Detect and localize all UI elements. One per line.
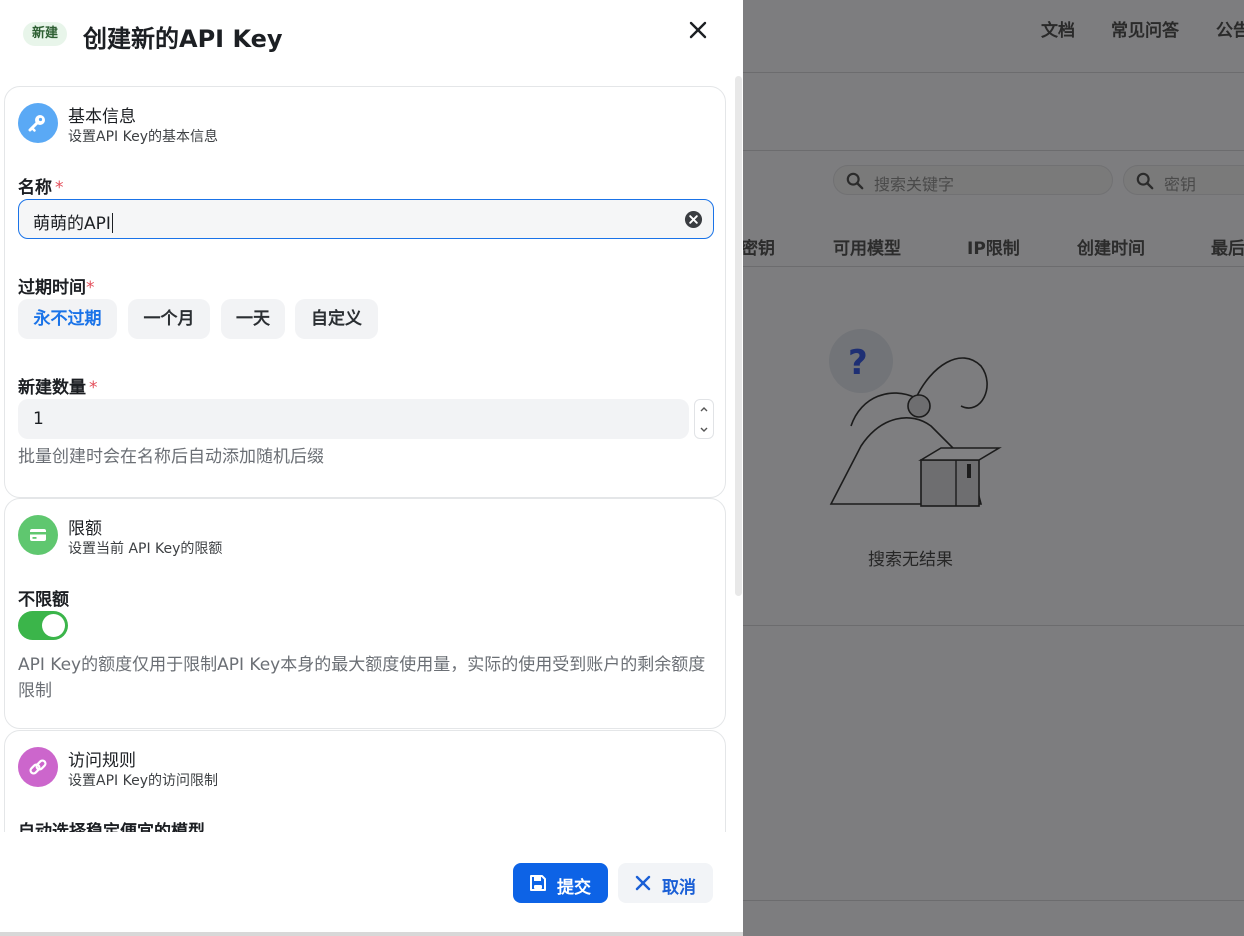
column-header: 可用模型 (833, 239, 901, 259)
key-icon (28, 115, 45, 132)
required-mark: * (89, 378, 98, 398)
nav-announcement: 公告 (1216, 21, 1244, 41)
column-header: 创建时间 (1077, 239, 1145, 259)
divider (743, 900, 1244, 901)
save-icon (530, 875, 546, 891)
quota-help-text: API Key的额度仅用于限制API Key本身的最大额度使用量，实际的使用受到… (18, 655, 706, 701)
create-api-key-sheet: 新建 创建新的API Key 基本信息 设置API Key的基本信息 名称 * 萌… (0, 0, 743, 936)
search-placeholder: 密钥 (1164, 175, 1197, 194)
close-icon[interactable] (686, 18, 710, 42)
toggle-knob (42, 614, 65, 637)
count-input[interactable]: 1 (18, 399, 689, 439)
nav-faq: 常见问答 (1111, 21, 1179, 41)
search-icon (1136, 172, 1154, 190)
divider (743, 72, 1244, 73)
keyword-search-input: 搜索关键字 (833, 165, 1113, 195)
card-icon-badge (18, 747, 58, 787)
unlimited-label: 不限额 (18, 590, 69, 610)
count-stepper[interactable] (694, 399, 714, 439)
basic-info-card: 基本信息 设置API Key的基本信息 名称 * 萌萌的API 过期时间* 永不过… (4, 86, 726, 498)
text-caret (111, 213, 113, 233)
cancel-button[interactable]: 取消 (618, 863, 713, 903)
chevron-down-icon[interactable] (695, 420, 713, 439)
submit-label: 提交 (557, 878, 591, 898)
column-header: 密钥 (741, 239, 775, 259)
background-page: 文档 常见问答 公告 搜索关键字 密钥 密钥 可用模型 IP限制 创建时间 最后… (741, 0, 1244, 936)
card-subtitle: 设置API Key的基本信息 (68, 129, 218, 145)
card-title: 访问规则 (68, 751, 136, 771)
required-mark: * (86, 278, 95, 298)
expire-option-day[interactable]: 一天 (221, 299, 285, 339)
key-search-input: 密钥 (1123, 165, 1244, 195)
sheet-footer: 提交 取消 (0, 832, 743, 936)
name-input[interactable]: 萌萌的API (18, 199, 714, 239)
nav-docs: 文档 (1041, 21, 1075, 41)
name-label: 名称 * (18, 178, 64, 198)
sheet-title: 创建新的API Key (83, 25, 283, 53)
link-icon (29, 759, 47, 775)
new-tag: 新建 (23, 22, 68, 46)
expire-option-month[interactable]: 一个月 (128, 299, 210, 339)
count-label: 新建数量 * (18, 378, 98, 398)
column-header: IP限制 (967, 239, 1020, 259)
sheet-header: 新建 创建新的API Key (0, 0, 743, 72)
credit-card-icon (30, 529, 46, 541)
search-icon (846, 172, 864, 190)
search-placeholder: 搜索关键字 (874, 175, 955, 194)
empty-state-illustration: ? (829, 329, 1002, 507)
card-title: 基本信息 (68, 107, 136, 127)
name-input-value: 萌萌的API (33, 213, 113, 234)
close-icon (635, 875, 651, 891)
card-subtitle: 设置当前 API Key的限额 (68, 541, 223, 557)
svg-text:?: ? (848, 343, 868, 383)
clear-icon[interactable] (684, 210, 703, 229)
access-rules-card: 访问规则 设置API Key的访问限制 自动选择稳定便宜的模型 (4, 730, 726, 832)
cancel-label: 取消 (662, 878, 696, 898)
chevron-up-icon[interactable] (695, 400, 713, 419)
auto-model-label: 自动选择稳定便宜的模型 (18, 822, 205, 832)
unlimited-toggle[interactable] (18, 611, 68, 640)
required-mark: * (55, 178, 64, 198)
key-icon-badge (18, 103, 58, 143)
card-subtitle: 设置API Key的访问限制 (68, 773, 218, 789)
divider (743, 150, 1244, 151)
column-header: 最后 (1211, 239, 1244, 259)
divider (743, 266, 1244, 267)
divider (743, 625, 1244, 626)
submit-button[interactable]: 提交 (513, 863, 608, 903)
card-icon-badge (18, 515, 58, 555)
background-nav: 文档 常见问答 公告 (743, 16, 1244, 41)
count-help-text: 批量创建时会在名称后自动添加随机后缀 (18, 447, 324, 467)
expire-label: 过期时间* (18, 278, 95, 298)
expire-option-never[interactable]: 永不过期 (18, 299, 117, 339)
quota-card: 限额 设置当前 API Key的限额 不限额 API Key的额度仅用于限制AP… (4, 498, 726, 729)
card-title: 限额 (68, 519, 102, 539)
count-input-value: 1 (33, 409, 44, 429)
sheet-body[interactable]: 基本信息 设置API Key的基本信息 名称 * 萌萌的API 过期时间* 永不过… (0, 72, 743, 832)
divider (0, 932, 743, 936)
empty-state-text: 搜索无结果 (868, 550, 953, 570)
expire-option-custom[interactable]: 自定义 (295, 299, 378, 339)
